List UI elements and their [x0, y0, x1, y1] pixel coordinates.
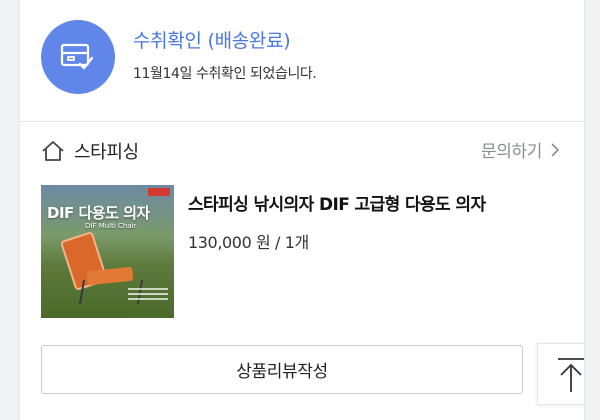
home-icon: [42, 141, 64, 161]
thumbnail-subtitle: DIF Multi Chair: [85, 222, 137, 230]
arrow-up-to-top-icon: [558, 358, 584, 392]
screen: 수취확인 (배송완료) 11월14일 수취확인 되었습니다. 스타피싱 문의하기…: [0, 0, 600, 420]
inquiry-label: 문의하기: [481, 142, 542, 162]
chevron-right-icon: [551, 142, 560, 157]
delivery-status-title: 수취확인 (배송완료): [133, 30, 291, 52]
product-thumbnail[interactable]: DIF 다용도 의자 DIF Multi Chair: [41, 185, 174, 318]
delivery-box-check-icon: [41, 20, 115, 94]
order-card: 수취확인 (배송완료) 11월14일 수취확인 되었습니다. 스타피싱 문의하기…: [19, 0, 585, 420]
product-name[interactable]: 스타피싱 낚시의자 DIF 고급형 다용도 의자: [188, 190, 486, 215]
write-review-button[interactable]: 상품리뷰작성: [41, 345, 523, 394]
inquiry-link[interactable]: 문의하기: [481, 137, 560, 162]
scroll-to-top-button[interactable]: [537, 343, 584, 405]
store-link[interactable]: 스타피싱: [40, 135, 139, 167]
section-divider: [20, 121, 584, 122]
product-price: 130,000 원 / 1개: [188, 233, 309, 252]
brand-logo: [148, 188, 170, 196]
spec-text: [128, 285, 168, 311]
thumbnail-title: DIF 다용도 의자: [47, 204, 150, 222]
store-name: 스타피싱: [74, 142, 139, 163]
delivery-status-message: 11월14일 수취확인 되었습니다.: [133, 66, 317, 82]
